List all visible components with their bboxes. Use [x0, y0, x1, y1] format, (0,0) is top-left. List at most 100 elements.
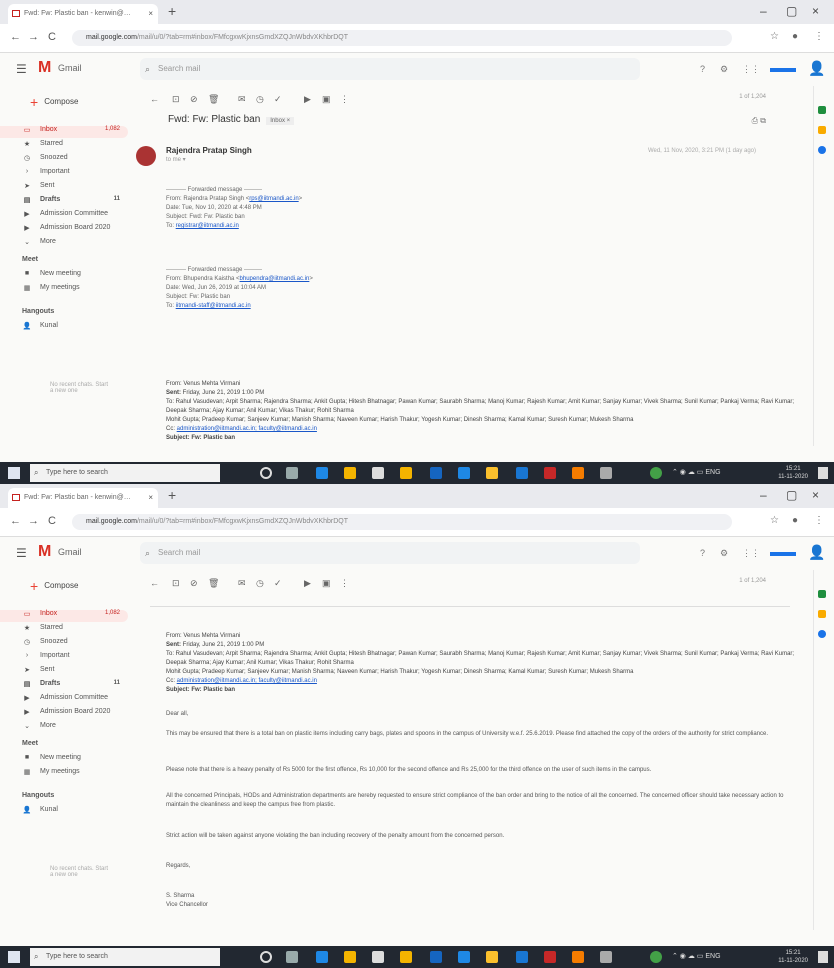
taskbar-search-input[interactable]: ⌕ Type here to search: [30, 948, 220, 966]
inbox-label-chip[interactable]: Inbox ×: [266, 117, 295, 125]
compose-button[interactable]: + Compose: [30, 94, 78, 110]
sticky-notes-icon[interactable]: [400, 951, 412, 963]
cc-email-link[interactable]: administration@iitmandi.ac.in; faculty@i…: [177, 678, 317, 684]
more-icon[interactable]: ⋮: [340, 578, 349, 589]
sidebar-item-sent[interactable]: ➤ Sent: [0, 182, 128, 194]
chrome-icon[interactable]: [650, 951, 662, 963]
system-tray[interactable]: ⌃ ◉ ☁ ▭ ENG: [672, 952, 721, 960]
browser-tab[interactable]: Fwd: Fw: Plastic ban - kenwin@… ×: [8, 488, 158, 508]
settings-icon[interactable]: ⚙: [720, 548, 728, 559]
labels-icon[interactable]: ▣: [322, 578, 331, 589]
forward-button[interactable]: →: [28, 31, 39, 43]
file-explorer-icon[interactable]: [344, 467, 356, 479]
app-icon[interactable]: [486, 951, 498, 963]
apps-icon[interactable]: ⋮⋮: [742, 64, 760, 75]
sidebar-item-label-folder[interactable]: ▶ Admission Committee: [0, 694, 128, 706]
cortana-icon[interactable]: [260, 951, 272, 963]
reload-button[interactable]: C: [48, 515, 56, 527]
apps-icon[interactable]: ⋮⋮: [742, 548, 760, 559]
cortana-icon[interactable]: [260, 467, 272, 479]
back-to-inbox-icon[interactable]: ←: [150, 94, 159, 104]
search-input[interactable]: ⌕ Search mail: [140, 58, 640, 80]
help-icon[interactable]: ?: [700, 64, 705, 74]
archive-icon[interactable]: ⊡: [172, 94, 180, 105]
archive-icon[interactable]: ⊡: [172, 578, 180, 589]
profile-icon[interactable]: ●: [792, 515, 798, 526]
sticky-notes-icon[interactable]: [400, 467, 412, 479]
windows-start-icon[interactable]: [8, 951, 20, 963]
paint-icon[interactable]: [600, 467, 612, 479]
meet-new-meeting[interactable]: ■ New meeting: [0, 754, 128, 766]
store-icon[interactable]: [372, 951, 384, 963]
search-icon[interactable]: ⌕: [145, 58, 150, 80]
sidebar-item-more[interactable]: ⌄ More: [0, 722, 128, 734]
sidebar-item-important[interactable]: › Important: [0, 168, 128, 180]
profile-icon[interactable]: ●: [792, 31, 798, 42]
window-close-button[interactable]: ×: [812, 4, 819, 18]
powerpoint-icon[interactable]: [572, 951, 584, 963]
print-icon[interactable]: ⎙ ⧉: [752, 116, 766, 126]
taskbar-clock[interactable]: 15:21 11-11-2020: [778, 949, 808, 965]
sidebar-item-starred[interactable]: ★ Starred: [0, 140, 128, 152]
move-to-icon[interactable]: ▶: [304, 578, 311, 589]
maximize-button[interactable]: ▢: [786, 4, 797, 18]
back-to-inbox-icon[interactable]: ←: [150, 578, 159, 588]
taskbar-clock[interactable]: 15:21 11-11-2020: [778, 465, 808, 481]
gmail-logo[interactable]: M: [38, 59, 51, 77]
report-spam-icon[interactable]: ⊘: [190, 94, 198, 105]
main-menu-icon[interactable]: ☰: [16, 546, 27, 560]
add-task-icon[interactable]: ✓: [274, 94, 282, 105]
powerpoint-icon[interactable]: [572, 467, 584, 479]
meet-new-meeting[interactable]: ■ New meeting: [0, 270, 128, 282]
task-view-icon[interactable]: [286, 951, 298, 963]
to-email-link[interactable]: iitmandi-staff@iitmandi.ac.in: [176, 303, 251, 309]
search-icon[interactable]: ⌕: [145, 542, 150, 564]
window-close-button[interactable]: ×: [812, 488, 819, 502]
sidebar-item-label-folder[interactable]: ▶ Admission Committee: [0, 210, 128, 222]
delete-icon[interactable]: 🗑: [208, 94, 219, 105]
account-avatar-icon[interactable]: 👤: [808, 544, 825, 561]
maximize-button[interactable]: ▢: [786, 488, 797, 502]
word-icon[interactable]: [430, 951, 442, 963]
keep-icon[interactable]: [818, 126, 826, 134]
minimize-button[interactable]: –: [760, 4, 767, 18]
recipient-line[interactable]: to me ▾: [166, 156, 186, 163]
labels-icon[interactable]: ▣: [322, 94, 331, 105]
hangouts-user[interactable]: 👤 Kunal: [0, 806, 128, 818]
chrome-icon[interactable]: [650, 467, 662, 479]
sidebar-item-label-folder[interactable]: ▶ Admission Board 2020: [0, 708, 128, 720]
sidebar-item-inbox[interactable]: ▭ Inbox 1,082: [0, 610, 128, 622]
tab-close-icon[interactable]: ×: [148, 488, 153, 508]
file-explorer-icon[interactable]: [344, 951, 356, 963]
keep-icon[interactable]: [818, 610, 826, 618]
cc-email-link[interactable]: administration@iitmandi.ac.in; faculty@i…: [177, 426, 317, 432]
browser-menu-icon[interactable]: ⋮: [814, 31, 824, 42]
sidebar-item-more[interactable]: ⌄ More: [0, 238, 128, 250]
pdf-reader-icon[interactable]: [544, 951, 556, 963]
sidebar-item-starred[interactable]: ★ Starred: [0, 624, 128, 636]
forward-button[interactable]: →: [28, 515, 39, 527]
help-icon[interactable]: ?: [700, 548, 705, 558]
move-to-icon[interactable]: ▶: [304, 94, 311, 105]
bookmark-star-icon[interactable]: ☆: [770, 31, 779, 42]
to-email-link[interactable]: registrar@iitmandi.ac.in: [176, 223, 239, 229]
settings-icon[interactable]: ⚙: [720, 64, 728, 75]
tasks-icon[interactable]: [818, 146, 826, 154]
gmail-logo[interactable]: M: [38, 543, 51, 561]
snooze-icon[interactable]: ◷: [256, 94, 264, 105]
report-spam-icon[interactable]: ⊘: [190, 578, 198, 589]
back-button[interactable]: ←: [10, 31, 21, 43]
back-button[interactable]: ←: [10, 515, 21, 527]
account-avatar-icon[interactable]: 👤: [808, 60, 825, 77]
calendar-icon[interactable]: [818, 106, 826, 114]
store-icon[interactable]: [372, 467, 384, 479]
meet-my-meetings[interactable]: ▦ My meetings: [0, 284, 128, 296]
edge-icon[interactable]: [316, 467, 328, 479]
sidebar-item-drafts[interactable]: ▤ Drafts 11: [0, 196, 128, 208]
taskbar-search-input[interactable]: ⌕ Type here to search: [30, 464, 220, 482]
windows-start-icon[interactable]: [8, 467, 20, 479]
tasks-icon[interactable]: [818, 630, 826, 638]
teams-icon[interactable]: [458, 951, 470, 963]
compose-button[interactable]: + Compose: [30, 578, 78, 594]
word-icon[interactable]: [430, 467, 442, 479]
